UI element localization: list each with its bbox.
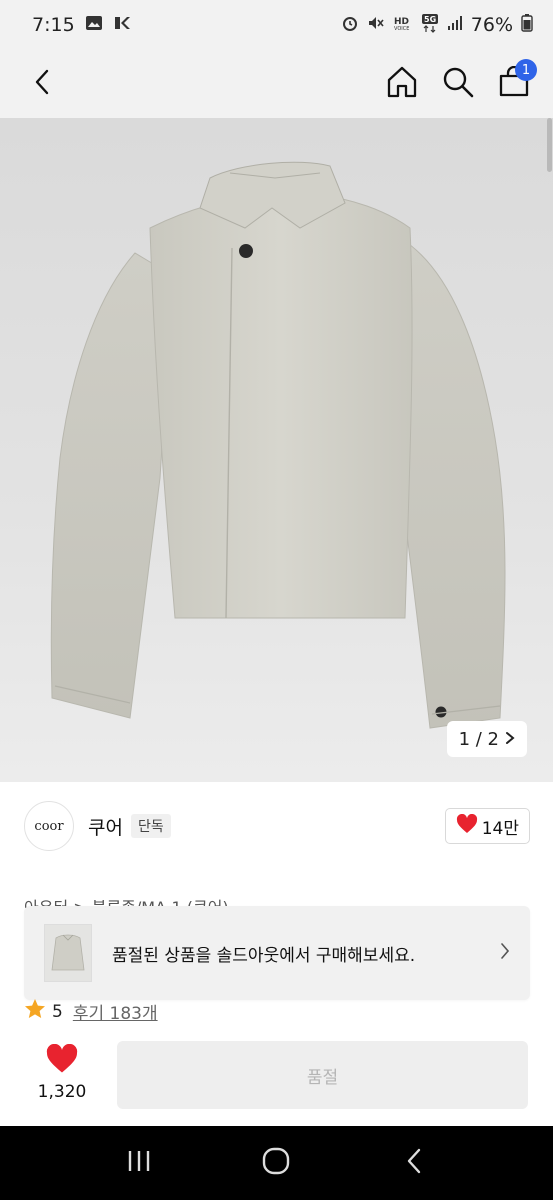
home-button[interactable] <box>385 65 419 103</box>
search-button[interactable] <box>441 67 475 101</box>
brand-name[interactable]: 쿠어 <box>88 813 123 840</box>
mute-icon <box>367 14 385 36</box>
purchase-bar: 1,320 품절 <box>0 1030 553 1126</box>
home-circle-icon <box>262 1147 290 1179</box>
signal-icon <box>447 15 463 35</box>
5g-icon: 5G <box>421 13 439 37</box>
star-icon <box>24 998 46 1025</box>
status-time: 7:15 <box>32 14 75 36</box>
banner-thumbnail <box>44 924 92 982</box>
battery-icon <box>521 14 533 36</box>
review-link[interactable]: 후기 183개 <box>73 999 158 1024</box>
home-icon <box>385 65 419 103</box>
brand-like-count: 14만 <box>481 818 519 839</box>
svg-text:VOICE: VOICE <box>394 26 409 32</box>
brand-row: coor 쿠어 단독 14만 <box>24 800 530 852</box>
gallery-icon <box>85 15 103 35</box>
app-header: 1 <box>0 50 553 118</box>
chevron-right-icon <box>500 942 510 964</box>
status-left: 7:15 <box>32 14 131 36</box>
image-counter-text: 1 / 2 <box>458 728 499 750</box>
wishlist-count: 1,320 <box>37 1082 87 1102</box>
soldout-banner-text: 품절된 상품을 솔드아웃에서 구매해보세요. <box>112 945 416 966</box>
brand-logo[interactable]: coor <box>24 801 74 851</box>
back-nav-button[interactable] <box>384 1138 444 1188</box>
alarm-icon <box>341 14 359 36</box>
brand-logo-text: coor <box>34 818 64 834</box>
product-page: 7:15 HD VOICE 5G 76% 1 1 / 2 coor 쿠어 단독 … <box>0 0 553 1200</box>
header-actions: 1 <box>385 59 537 103</box>
chevron-right-icon <box>505 729 515 750</box>
cart-button[interactable]: 1 <box>497 59 537 101</box>
system-nav-bar <box>0 1126 553 1200</box>
heart-icon <box>456 813 478 839</box>
soldout-button[interactable]: 품절 <box>117 1041 528 1109</box>
exclusive-badge: 단독 <box>130 814 171 838</box>
wishlist-button[interactable]: 1,320 <box>30 1043 94 1102</box>
home-nav-button[interactable] <box>246 1138 306 1188</box>
status-right: HD VOICE 5G 76% <box>341 13 533 37</box>
rating-row: 5 후기 183개 <box>24 998 158 1025</box>
back-button[interactable] <box>22 64 62 104</box>
brand-like-button[interactable]: 14만 <box>444 808 530 844</box>
product-image-gallery[interactable]: 1 / 2 <box>0 118 553 782</box>
rating-score: 5 <box>52 1001 63 1022</box>
heart-icon <box>45 1043 79 1078</box>
status-bar: 7:15 HD VOICE 5G 76% <box>0 0 553 50</box>
product-image <box>50 161 506 729</box>
search-icon <box>442 66 474 102</box>
back-icon <box>32 68 52 100</box>
image-counter[interactable]: 1 / 2 <box>446 721 527 757</box>
svg-text:5G: 5G <box>424 15 436 24</box>
soldout-banner[interactable]: 품절된 상품을 솔드아웃에서 구매해보세요. <box>24 906 530 1000</box>
battery-percent: 76% <box>470 14 513 36</box>
recent-apps-button[interactable] <box>109 1138 169 1188</box>
back-nav-icon <box>405 1147 423 1179</box>
cart-count-badge: 1 <box>515 59 537 81</box>
hd-voice-icon: HD VOICE <box>393 14 413 36</box>
recent-apps-icon <box>126 1149 152 1177</box>
scrollbar-thumb[interactable] <box>547 118 552 172</box>
k-app-icon <box>113 15 131 35</box>
